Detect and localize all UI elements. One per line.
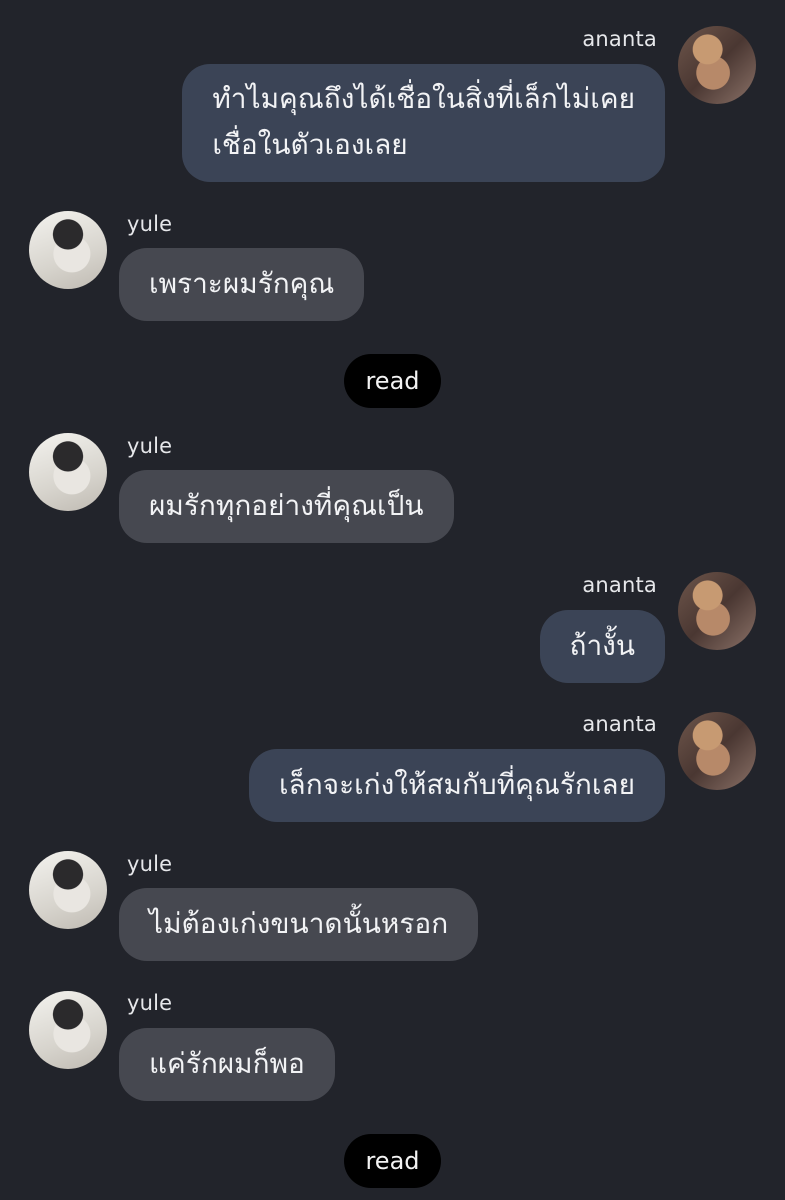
ananta-avatar[interactable] — [678, 572, 756, 650]
sender-name: yule — [127, 852, 173, 876]
message-bubble-outgoing[interactable]: เล็กจะเก่งให้สมกับที่คุณรักเลย — [248, 749, 665, 822]
yule-avatar[interactable] — [29, 211, 107, 289]
message-text: ไม่ต้องเก่งขนาดนั้นหรอก — [149, 907, 449, 940]
sender-name: yule — [127, 991, 173, 1015]
message-bubble-incoming[interactable]: แค่รักผมก็พอ — [119, 1028, 335, 1101]
message-bubble-incoming[interactable]: ไม่ต้องเก่งขนาดนั้นหรอก — [119, 888, 479, 961]
message-bubble-incoming[interactable]: เพราะผมรักคุณ — [119, 248, 365, 321]
sender-name: yule — [127, 434, 173, 458]
message-text: เพราะผมรักคุณ — [149, 267, 335, 300]
read-receipt-badge: read — [344, 1134, 441, 1188]
sender-name: ananta — [582, 27, 657, 51]
message-text: ผมรักทุกอย่างที่คุณเป็น — [149, 489, 424, 522]
ananta-avatar[interactable] — [678, 26, 756, 104]
yule-avatar[interactable] — [29, 851, 107, 929]
chat-thread[interactable]: ananta ทำไมคุณถึงได้เชื่อในสิ่งที่เล็กไม… — [0, 0, 785, 1200]
message-bubble-outgoing[interactable]: ถ้างั้น — [539, 610, 665, 683]
sender-name: yule — [127, 212, 173, 236]
message-bubble-outgoing[interactable]: ทำไมคุณถึงได้เชื่อในสิ่งที่เล็กไม่เคย เช… — [182, 64, 665, 182]
sender-name: ananta — [582, 573, 657, 597]
yule-avatar[interactable] — [29, 433, 107, 511]
sender-name: ananta — [582, 712, 657, 736]
message-text: แค่รักผมก็พอ — [149, 1047, 305, 1080]
message-line: เชื่อในตัวเองเลย — [212, 128, 408, 161]
message-line: ทำไมคุณถึงได้เชื่อในสิ่งที่เล็กไม่เคย — [212, 82, 635, 115]
message-bubble-incoming[interactable]: ผมรักทุกอย่างที่คุณเป็น — [119, 470, 454, 543]
ananta-avatar[interactable] — [678, 712, 756, 790]
read-receipt-badge: read — [344, 354, 441, 408]
message-text: ถ้างั้น — [569, 629, 636, 662]
yule-avatar[interactable] — [29, 991, 107, 1069]
message-text: เล็กจะเก่งให้สมกับที่คุณรักเลย — [278, 768, 635, 801]
